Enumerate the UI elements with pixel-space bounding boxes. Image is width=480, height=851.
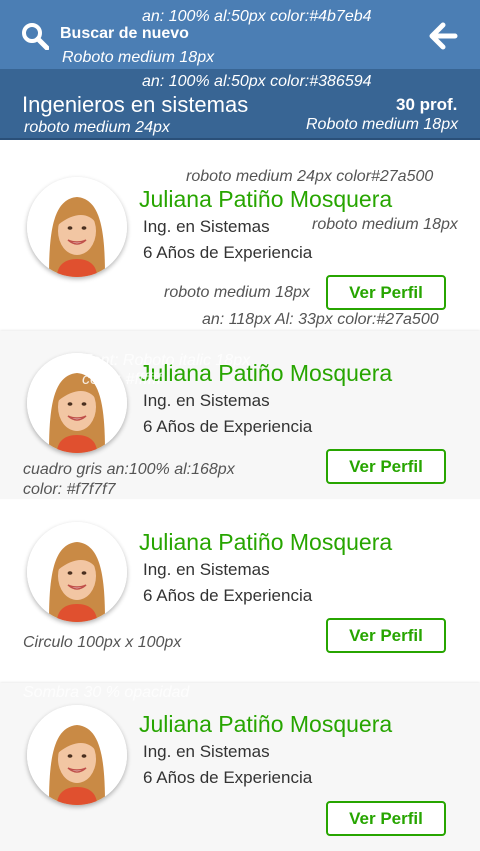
profile-experience: 6 Años de Experiencia — [143, 586, 313, 605]
annotation-subbar-size: an: 100% al:50px color:#386594 — [142, 73, 372, 90]
search-icon[interactable] — [21, 22, 49, 50]
annotation-subbar-count-font: Roboto medium 18px — [306, 116, 459, 133]
view-profile-button[interactable]: Ver Perfil — [326, 275, 446, 310]
annotation-topbar-size: an: 100% al:50px color:#4b7eb4 — [142, 8, 372, 25]
profile-name: Juliana Patiño Mosquera — [139, 186, 393, 212]
avatar — [27, 522, 127, 622]
annotation-circle: Circulo 100px x 100px — [23, 634, 182, 651]
profile-experience: 6 Años de Experiencia — [143, 417, 313, 436]
profile-role: Ing. en Sistemas — [143, 742, 270, 761]
view-profile-button[interactable]: Ver Perfil — [326, 449, 446, 484]
page-title: Ingenieros en sistemas — [22, 92, 249, 117]
annotation-button-size: an: 118px Al: 33px color:#27a500 — [202, 311, 439, 328]
annotation-gray-color: color: #f7f7f7 — [23, 481, 116, 498]
view-profile-button[interactable]: Ver Perfil — [326, 618, 446, 653]
search-again-button[interactable]: Buscar de nuevo — [60, 25, 189, 43]
profile-experience: 6 Años de Experiencia — [143, 243, 313, 262]
avatar — [27, 177, 127, 277]
avatar — [27, 705, 127, 805]
annotation-gray-box: cuadro gris an:100% al:168px — [23, 461, 235, 478]
annotation-subbar-title-font: roboto medium 24px — [24, 119, 170, 136]
view-profile-button[interactable]: Ver Perfil — [326, 801, 446, 836]
annotation-italic-font: Font: Roboto italic 18px — [82, 352, 251, 369]
profile-experience: 6 Años de Experiencia — [143, 768, 313, 787]
annotation-font-color: color: #ffffff — [82, 371, 162, 388]
annotation-shadow: Sombra 30 % opacidad — [23, 684, 190, 701]
portrait-image — [27, 522, 127, 622]
results-count: 30 prof. — [396, 95, 458, 114]
profile-role: Ing. en Sistemas — [143, 217, 270, 236]
profile-role: Ing. en Sistemas — [143, 391, 270, 410]
portrait-image — [27, 705, 127, 805]
profile-name: Juliana Patiño Mosquera — [139, 529, 393, 555]
profile-name: Juliana Patiño Mosquera — [139, 711, 393, 737]
portrait-image — [27, 177, 127, 277]
annotation-role-font: roboto medium 18px — [312, 216, 458, 233]
back-arrow-icon[interactable] — [427, 20, 459, 52]
annotation-name-font: roboto medium 24px color#27a500 — [186, 168, 434, 185]
profile-role: Ing. en Sistemas — [143, 560, 270, 579]
annotation-topbar-font: Roboto medium 18px — [62, 49, 215, 66]
profile-card: Juliana Patiño Mosquera Ing. en Sistemas… — [0, 683, 480, 851]
annotation-button-font: roboto medium 18px — [164, 284, 310, 301]
